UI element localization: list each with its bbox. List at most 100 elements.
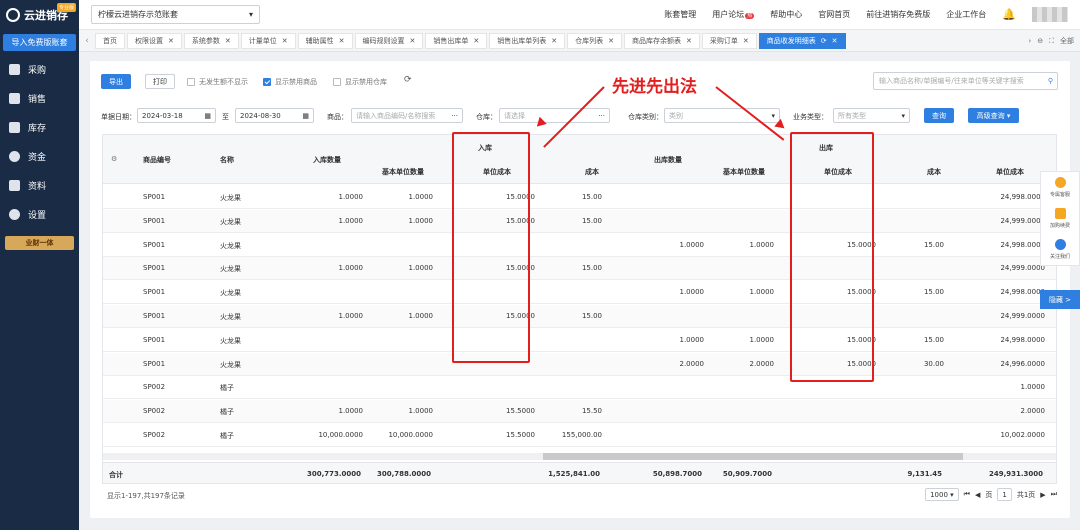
link-account-manage[interactable]: 账套管理 (664, 9, 696, 20)
sidebar-item-label: 资金 (28, 153, 47, 163)
tab-purchase-order[interactable]: 采购订单 ✕ (701, 32, 757, 49)
close-icon[interactable]: ✕ (473, 37, 479, 45)
cell-code: SP001 (143, 216, 166, 225)
tab-home[interactable]: 首页 (95, 32, 125, 49)
advanced-query-button[interactable]: 高级查询 ▾ (968, 108, 1019, 123)
table-row[interactable]: SP001 火龙果 1.0000 1.0000 15.0000 15.00 24,998.0… (103, 329, 1056, 352)
refresh-icon[interactable]: ⟳ (821, 37, 827, 45)
scrollbar-thumb[interactable] (543, 453, 963, 460)
more-icon[interactable]: ··· (598, 112, 605, 120)
hide-widgets-button[interactable]: 隐藏 > (1040, 290, 1080, 309)
sidebar-item-data[interactable]: 资料 (0, 171, 79, 200)
tab-warehouse-list[interactable]: 仓库列表 ✕ (567, 32, 622, 49)
table-row[interactable]: SP001 火龙果 1.0000 1.0000 15.0000 15.00 24,998.0… (103, 186, 1056, 209)
sidebar-item-inventory[interactable]: 库存 (0, 113, 79, 142)
business-type-select[interactable]: 所有类型 ▾ (833, 108, 910, 123)
page-input[interactable]: 1 (997, 488, 1012, 501)
fullscreen-label[interactable]: 全部 (1060, 36, 1074, 46)
tab-stock-balance[interactable]: 商品库存余额表 ✕ (624, 32, 700, 49)
close-icon[interactable]: ✕ (686, 37, 692, 45)
tab-units[interactable]: 计量单位 ✕ (240, 32, 296, 49)
fullscreen-icon[interactable]: ⛶ (1049, 37, 1054, 46)
table-row[interactable]: SP001 火龙果 1.0000 1.0000 15.0000 15.00 24,999.0… (103, 305, 1056, 328)
warehouse-field[interactable]: 请选择 ··· (499, 108, 610, 123)
no-activity-hide-checkbox[interactable]: 无发生额不显示 (187, 77, 248, 87)
follow-widget[interactable]: 关注我们 (1041, 234, 1079, 265)
account-select[interactable]: 柠檬云进销存示范账套 ▾ (91, 5, 260, 24)
sidebar-item-purchase[interactable]: 采购 (0, 55, 79, 84)
prev-page-icon[interactable]: ◀ (975, 491, 980, 499)
close-icon[interactable]: ✕ (339, 37, 345, 45)
close-icon[interactable]: ✕ (832, 37, 838, 45)
cell-in-base: 1.0000 (408, 407, 434, 416)
close-icon[interactable]: ✕ (608, 37, 614, 45)
cell-bal: 1.0000 (1020, 383, 1046, 392)
cell-bal: 24,998.0000 (1000, 193, 1045, 201)
tab-aux-attrs[interactable]: 辅助属性 ✕ (297, 32, 353, 49)
sidebar-item-settings[interactable]: 设置 (0, 200, 79, 229)
minus-icon[interactable]: ⊖ (1037, 37, 1043, 45)
tab-code-rules[interactable]: 编码规则设置 ✕ (354, 32, 424, 49)
warehouse-placeholder: 请选择 (504, 111, 525, 120)
tab-permissions[interactable]: 权限设置 ✕ (127, 32, 182, 49)
close-icon[interactable]: ✕ (551, 37, 557, 45)
last-page-icon[interactable]: ⏭ (1051, 490, 1057, 499)
goods-search-field[interactable]: 请输入商品编码/名称搜索 ··· (351, 108, 463, 123)
table-row[interactable]: SP002 橘子 1.0000 1.0000 15.5000 15.50 2.0000 (103, 400, 1056, 424)
tab-scroll-left-icon[interactable]: ‹ (79, 36, 95, 46)
link-home[interactable]: 官网首页 (818, 9, 850, 20)
tab-goods-inout-detail[interactable]: 商品收发明细表 ⟳ ✕ (758, 32, 846, 49)
show-disabled-warehouse-checkbox[interactable]: 显示禁用仓库 (333, 77, 387, 87)
next-page-icon[interactable]: ▶ (1040, 491, 1045, 499)
tab-sales-out[interactable]: 销售出库单 ✕ (425, 32, 488, 49)
close-icon[interactable]: ✕ (168, 37, 174, 45)
refresh-icon[interactable]: ⟳ (404, 75, 412, 85)
export-button[interactable]: 导出 (101, 74, 131, 89)
link-forum[interactable]: 用户论坛热 (712, 9, 755, 20)
horizontal-scrollbar[interactable] (103, 453, 1056, 460)
close-icon[interactable]: ✕ (410, 37, 416, 45)
table-row[interactable]: SP001 火龙果 1.0000 1.0000 15.0000 15.00 24,998.0… (103, 234, 1056, 257)
print-button[interactable]: 打印 (145, 74, 175, 89)
avatar[interactable] (1032, 7, 1068, 22)
query-button[interactable]: 查询 (924, 108, 954, 123)
link-help[interactable]: 帮助中心 (770, 9, 802, 20)
sidebar-item-sales[interactable]: 销售 (0, 84, 79, 113)
promo-banner[interactable]: 业财一体 (5, 236, 74, 250)
tab-scroll-right-icon[interactable]: › (1028, 37, 1031, 45)
more-icon[interactable]: ··· (451, 112, 458, 120)
renew-widget[interactable]: 加购续费 (1041, 203, 1079, 234)
table-row[interactable]: SP002 橘子 10,000.0000 10,000.0000 15.5000 155,… (103, 424, 1056, 447)
show-disabled-goods-checkbox[interactable]: 显示禁用商品 (263, 77, 317, 87)
date-to-field[interactable]: 2024-08-30 ▦ (235, 108, 314, 123)
first-page-icon[interactable]: ⏮ (964, 490, 970, 499)
tab-system-params[interactable]: 系统参数 ✕ (183, 32, 239, 49)
warehouse-category-select[interactable]: 类别 ▾ (664, 108, 780, 123)
search-icon[interactable]: ⚲ (1048, 77, 1053, 85)
cell-bal: 24,999.0000 (1000, 264, 1045, 273)
checkbox-box[interactable] (333, 78, 341, 86)
header-out-group: 出库 (819, 144, 833, 152)
total-out-base-qty: 50,909.7000 (722, 470, 772, 478)
table-row[interactable]: SP001 火龙果 1.0000 1.0000 15.0000 15.00 24,998.0… (103, 281, 1056, 305)
import-free-account-button[interactable]: 导入免费版账套 (3, 34, 76, 51)
checkbox-box[interactable] (187, 78, 195, 86)
close-icon[interactable]: ✕ (282, 37, 288, 45)
close-icon[interactable]: ✕ (743, 37, 749, 45)
table-row[interactable]: SP001 火龙果 1.0000 1.0000 15.0000 15.00 24,999.0… (103, 209, 1056, 233)
bell-icon[interactable]: 🔔 (1002, 8, 1016, 21)
sidebar-item-funds[interactable]: 资金 (0, 142, 79, 171)
tab-sales-out-list[interactable]: 销售出库单列表 ✕ (489, 32, 566, 49)
column-settings-icon[interactable]: ⚙ (111, 155, 117, 163)
table-row[interactable]: SP002 橘子 1.0000 (103, 376, 1056, 400)
keyword-search-input[interactable]: 输入商品名称/单据编号/往来单位等关键字搜索 ⚲ (873, 72, 1058, 90)
link-free-version[interactable]: 前往进销存免费版 (866, 9, 930, 20)
date-from-field[interactable]: 2024-03-18 ▦ (137, 108, 216, 123)
close-icon[interactable]: ✕ (225, 37, 231, 45)
table-row[interactable]: SP001 火龙果 1.0000 1.0000 15.0000 15.00 24,999.0… (103, 257, 1056, 281)
page-size-select[interactable]: 1000 ▾ (925, 488, 959, 501)
link-workbench[interactable]: 企业工作台 (946, 9, 986, 20)
table-row[interactable]: SP001 火龙果 2.0000 2.0000 15.0000 30.00 24,996.0… (103, 352, 1056, 376)
checkbox-box[interactable] (263, 78, 271, 86)
customer-service-widget[interactable]: 专属客服 (1041, 172, 1079, 203)
